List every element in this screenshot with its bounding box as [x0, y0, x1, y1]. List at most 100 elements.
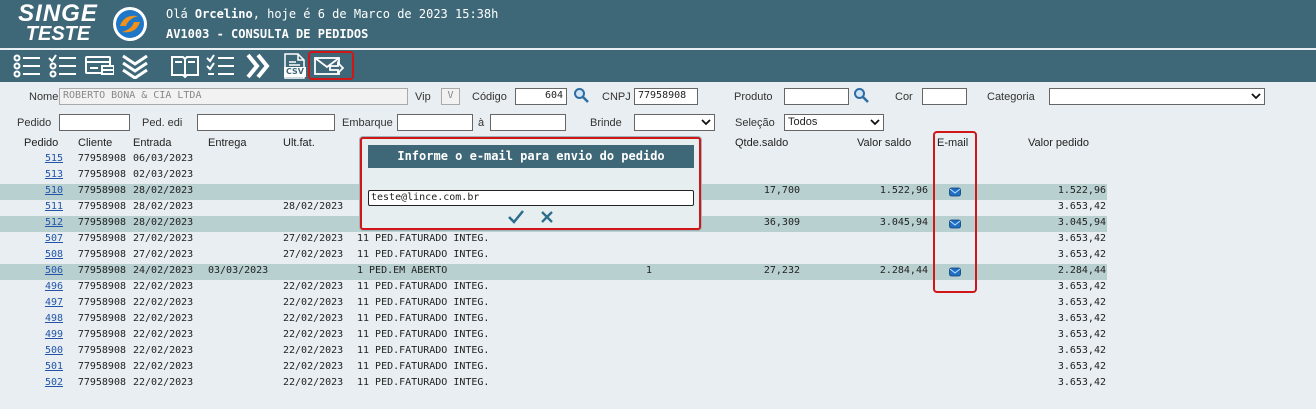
- embarque-label: Embarque: [342, 117, 393, 129]
- cell-pedido[interactable]: 510: [43, 185, 63, 196]
- cell-entrada: 22/02/2023: [133, 297, 194, 308]
- embarque-from-field[interactable]: [397, 114, 473, 131]
- pedido-field[interactable]: [59, 114, 130, 131]
- cell-cliente: 77958908: [77, 185, 126, 196]
- export-csv-button[interactable]: CSV: [280, 53, 310, 79]
- chevron-down-icon: [701, 119, 711, 126]
- ate-label: à: [478, 117, 485, 129]
- cell-valor-pedido: 2.284,44: [1057, 265, 1106, 276]
- cell-ult-fat: 27/02/2023: [283, 233, 344, 244]
- col-header-valor-saldo: Valor saldo: [857, 137, 912, 149]
- cell-entrada: 06/03/2023: [133, 153, 194, 164]
- cell-pedido[interactable]: 506: [43, 265, 63, 276]
- card-icon: [85, 56, 115, 75]
- cell-status: 11 PED.FATURADO INTEG.: [357, 233, 490, 244]
- cell-pedido[interactable]: 499: [43, 329, 63, 340]
- cell-entrada: 27/02/2023: [133, 249, 194, 260]
- vip-label: Vip: [415, 91, 431, 103]
- list-icon: [13, 54, 40, 78]
- col-header-qtde-saldo: Qtde.saldo: [735, 137, 789, 149]
- cancel-x-icon[interactable]: [540, 210, 554, 224]
- cell-cliente: 77958908: [77, 313, 126, 324]
- cell-pedido[interactable]: 508: [43, 249, 63, 260]
- table-row[interactable]: 500 77958908 22/02/2023 22/02/2023 11 PED.FA…: [0, 344, 1107, 360]
- cell-pedido[interactable]: 500: [43, 345, 63, 356]
- nome-label: Nome: [29, 91, 59, 103]
- table-row[interactable]: 497 77958908 22/02/2023 22/02/2023 11 PED.FA…: [0, 296, 1107, 312]
- cell-ult-fat: 22/02/2023: [283, 281, 344, 292]
- produto-field[interactable]: [784, 88, 849, 105]
- cell-entrada: 22/02/2023: [133, 361, 194, 372]
- cell-cliente: 77958908: [77, 297, 126, 308]
- cell-pedido[interactable]: 515: [43, 153, 63, 164]
- logo-emblem-icon: [113, 7, 147, 41]
- codigo-label: Código: [472, 91, 507, 103]
- cell-valor-pedido: 3.653,42: [1057, 249, 1106, 260]
- cell-cliente: 77958908: [77, 233, 126, 244]
- cell-status: 11 PED.FATURADO INTEG.: [357, 345, 490, 356]
- cell-cliente: 77958908: [77, 169, 126, 180]
- cell-ult-fat: 22/02/2023: [283, 313, 344, 324]
- next-button[interactable]: [242, 53, 272, 79]
- cell-pedido[interactable]: 513: [43, 169, 63, 180]
- cell-ult-fat: 22/02/2023: [283, 329, 344, 340]
- cell-cliente: 77958908: [77, 377, 126, 388]
- cell-entrada: 28/02/2023: [133, 201, 194, 212]
- search-produto-icon[interactable]: [853, 87, 869, 103]
- cell-valor-pedido: 3.653,42: [1057, 281, 1106, 292]
- cell-valor-saldo: 1.522,96: [879, 185, 928, 196]
- cell-ult-fat: 22/02/2023: [283, 377, 344, 388]
- book-button[interactable]: [170, 53, 200, 79]
- cell-entrada: 22/02/2023: [133, 313, 194, 324]
- table-row[interactable]: 499 77958908 22/02/2023 22/02/2023 11 PED.FA…: [0, 328, 1107, 344]
- confirm-check-icon[interactable]: [507, 209, 525, 225]
- cnpj-label: CNPJ: [602, 91, 631, 103]
- logo: SINGE TESTE: [10, 2, 106, 46]
- cell-valor-pedido: 3.653,42: [1057, 329, 1106, 340]
- cell-pedido[interactable]: 502: [43, 377, 63, 388]
- checklist-button[interactable]: [48, 53, 78, 79]
- expand-all-button[interactable]: [120, 53, 150, 80]
- table-row[interactable]: 502 77958908 22/02/2023 22/02/2023 11 PED.FA…: [0, 376, 1107, 392]
- checklist-alt-button[interactable]: [206, 53, 236, 79]
- cell-pedido[interactable]: 511: [43, 201, 63, 212]
- cell-ult-fat: 22/02/2023: [283, 345, 344, 356]
- cell-cliente: 77958908: [77, 249, 126, 260]
- cell-valor-pedido: 3.653,42: [1057, 377, 1106, 388]
- categoria-select[interactable]: [1049, 88, 1265, 105]
- brinde-select[interactable]: [634, 114, 715, 131]
- embarque-to-field[interactable]: [490, 114, 566, 131]
- selecao-select[interactable]: Todos: [784, 114, 884, 131]
- cell-pedido[interactable]: 496: [43, 281, 63, 292]
- cell-pedido[interactable]: 497: [43, 297, 63, 308]
- cell-pedido[interactable]: 507: [43, 233, 63, 244]
- cell-entrada: 27/02/2023: [133, 233, 194, 244]
- cell-pedido[interactable]: 498: [43, 313, 63, 324]
- list-button[interactable]: [12, 53, 42, 79]
- table-row[interactable]: 501 77958908 22/02/2023 22/02/2023 11 PED.FA…: [0, 360, 1107, 376]
- nome-field[interactable]: ROBERTO BONA & CIA LTDA: [59, 88, 408, 105]
- ped-edi-field[interactable]: [197, 114, 335, 131]
- cell-pedido[interactable]: 501: [43, 361, 63, 372]
- cell-status: 11 PED.FATURADO INTEG.: [357, 281, 490, 292]
- cell-ult-fat: 28/02/2023: [283, 201, 344, 212]
- cnpj-field[interactable]: 77958908: [634, 88, 698, 105]
- cell-valor-pedido: 3.653,42: [1057, 233, 1106, 244]
- email-input[interactable]: teste@lince.com.br: [368, 190, 694, 206]
- greeting-suffix: , hoje é 6 de Marco de 2023 15:38h: [252, 7, 499, 21]
- cor-field[interactable]: [922, 88, 967, 105]
- table-row[interactable]: 498 77958908 22/02/2023 22/02/2023 11 PED.FA…: [0, 312, 1107, 328]
- col-header-ult-fat: Ult.fat.: [283, 137, 315, 149]
- codigo-field[interactable]: 604: [515, 88, 567, 105]
- cell-entrada: 28/02/2023: [133, 185, 194, 196]
- cell-qtde-saldo: 17,700: [763, 185, 800, 196]
- search-codigo-icon[interactable]: [573, 87, 589, 103]
- chevrons-right-icon: [246, 53, 270, 79]
- vip-field[interactable]: V: [441, 88, 460, 105]
- cell-pedido[interactable]: 512: [43, 217, 63, 228]
- cell-valor-pedido: 3.653,42: [1057, 297, 1106, 308]
- greeting-text: Olá Orcelino, hoje é 6 de Marco de 2023 …: [166, 7, 498, 21]
- toolbar: CSV: [0, 48, 1316, 82]
- cell-entrada: 22/02/2023: [133, 377, 194, 388]
- card-button[interactable]: [84, 53, 115, 79]
